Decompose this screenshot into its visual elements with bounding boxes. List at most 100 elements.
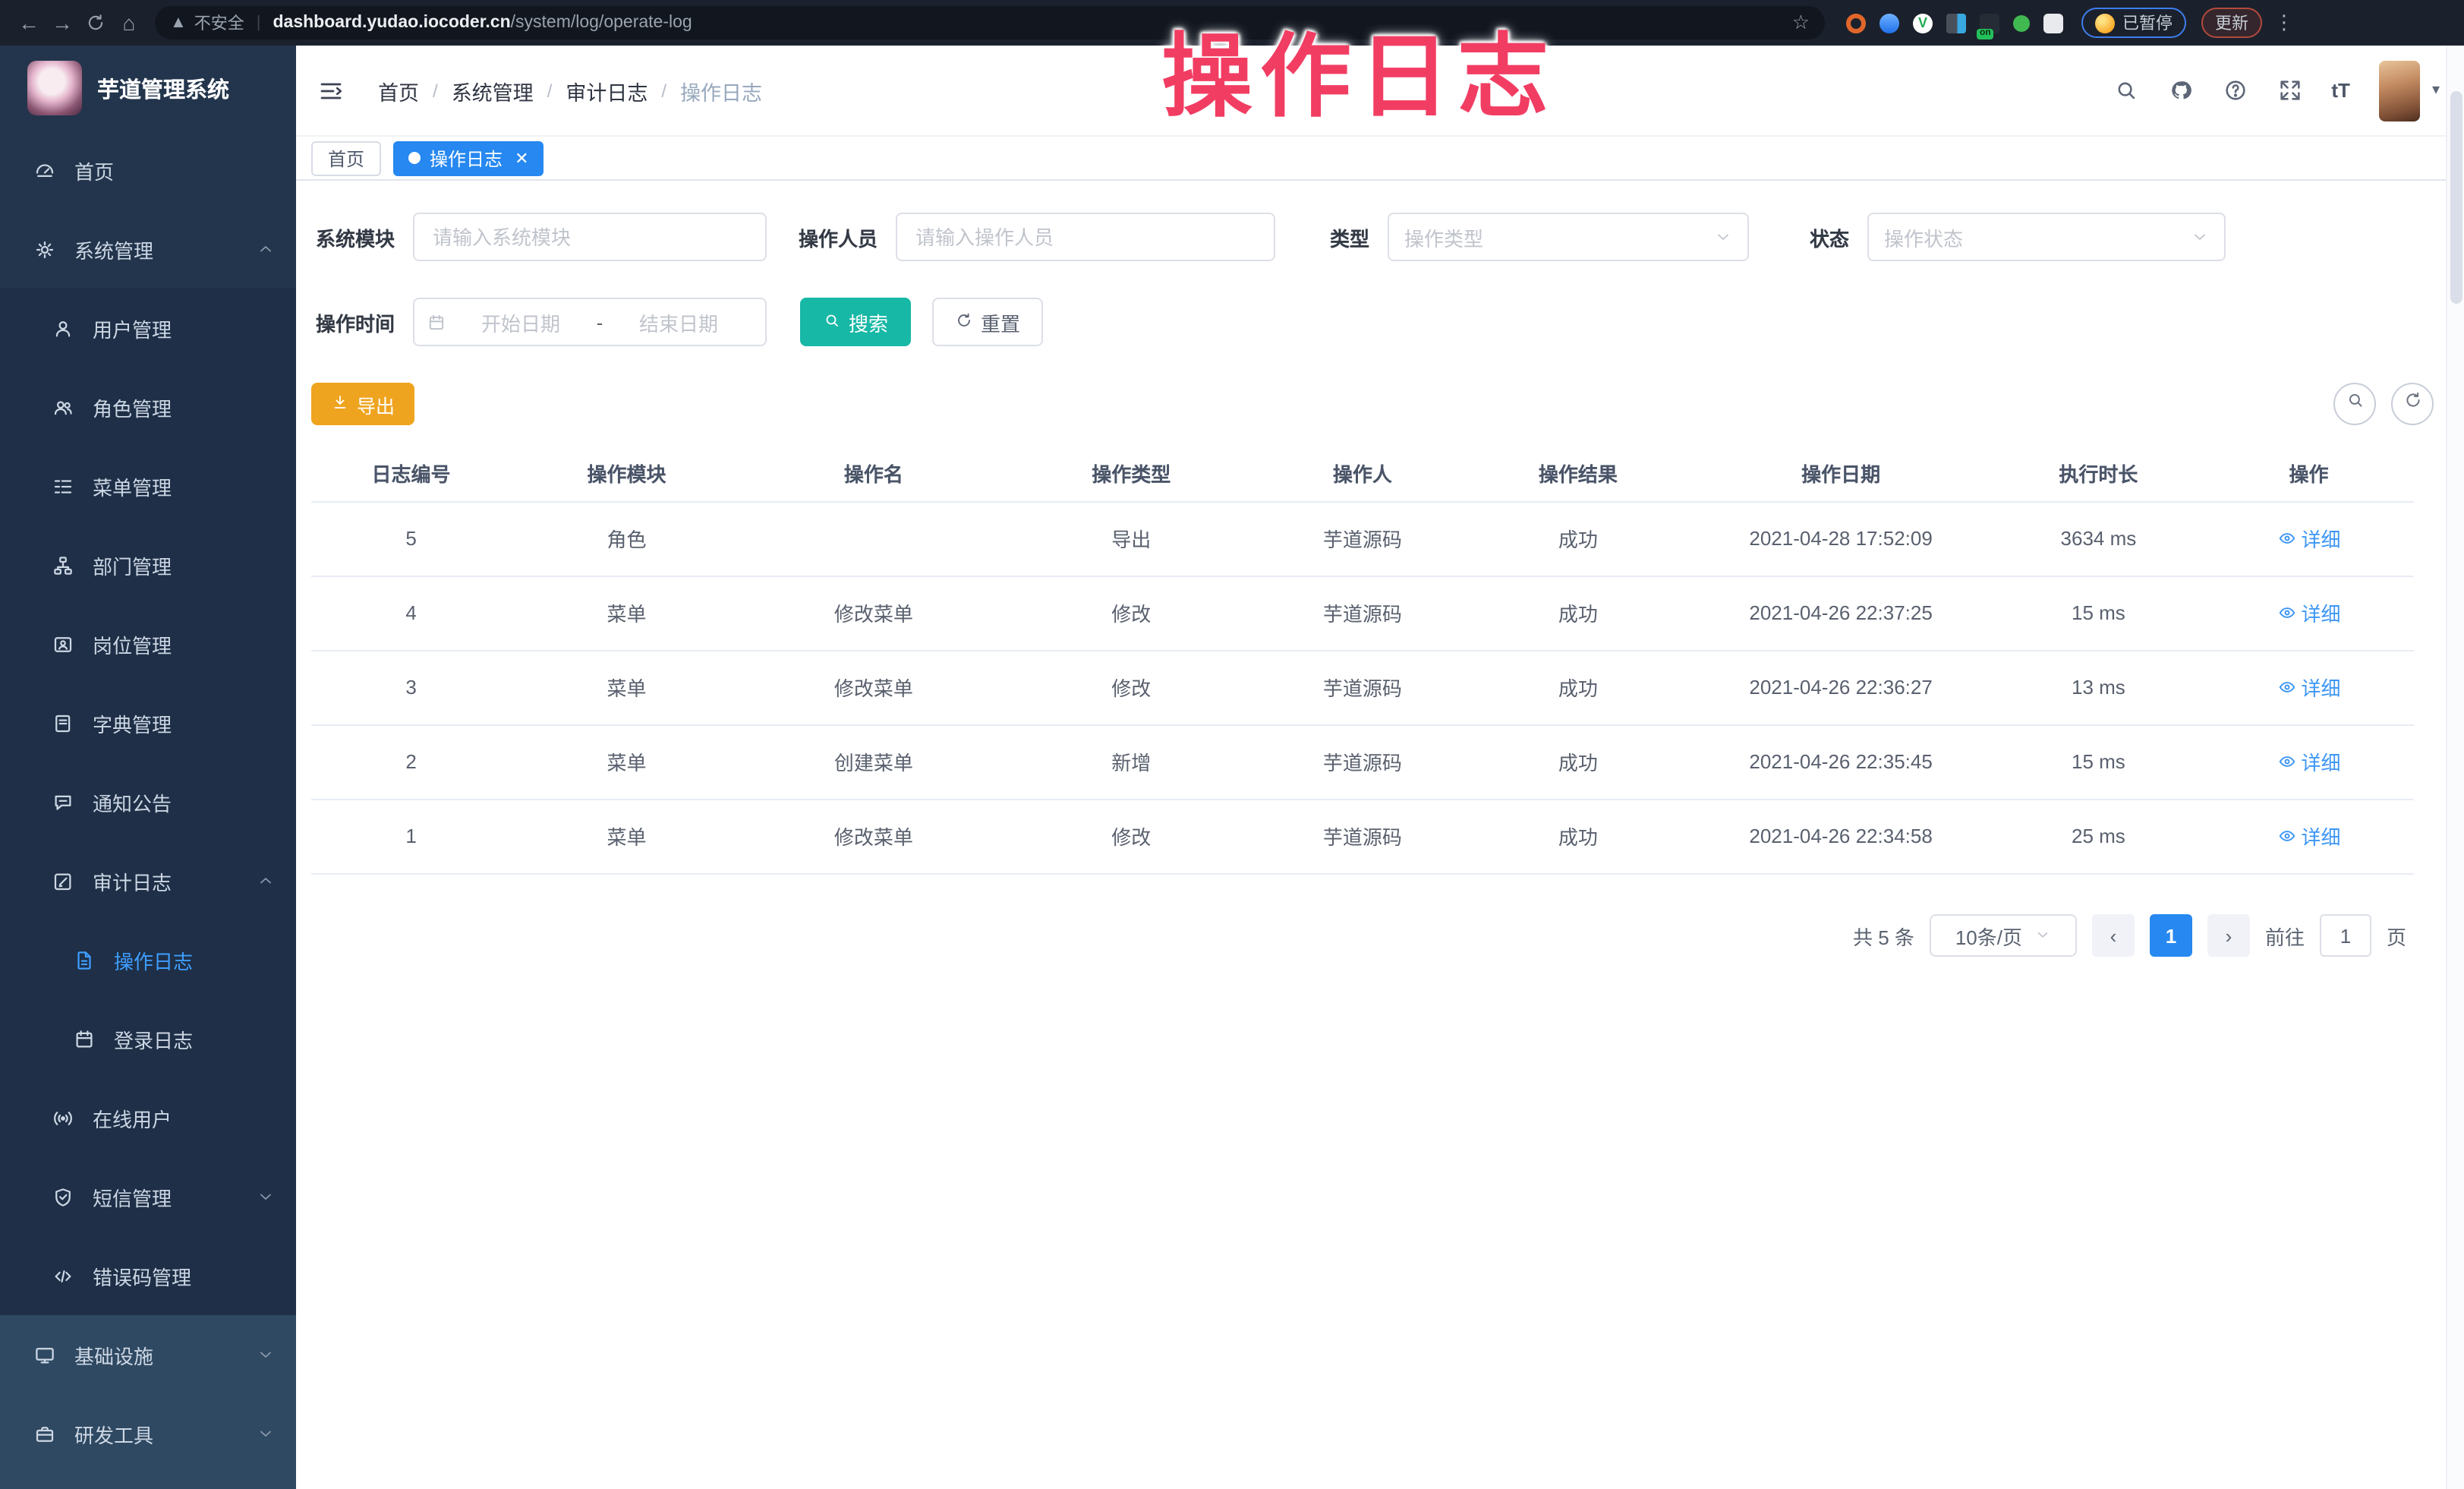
app-title: 芋道管理系统 xyxy=(97,72,229,104)
sidebar-item-online-users[interactable]: 在线用户 xyxy=(0,1078,296,1157)
next-page-button[interactable]: › xyxy=(2207,914,2250,957)
extension-icon-green[interactable] xyxy=(2013,14,2030,31)
sidebar-item-operate-log[interactable]: 操作日志 xyxy=(0,920,296,999)
sidebar-item-notice-announcement[interactable]: 通知公告 xyxy=(0,762,296,841)
address-bar[interactable]: ▲ 不安全 | dashboard.yudao.iocoder.cn/syste… xyxy=(155,6,1825,39)
type-select[interactable]: 操作类型 xyxy=(1388,213,1749,261)
browser-update-button[interactable]: 更新 xyxy=(2201,8,2262,38)
sidebar-item-sms-management[interactable]: 短信管理 xyxy=(0,1157,296,1236)
detail-link[interactable]: 详细 xyxy=(2277,673,2340,702)
close-tab-icon[interactable]: ✕ xyxy=(515,148,528,168)
sidebar-item-dept-management[interactable]: 部门管理 xyxy=(0,525,296,604)
table-cell: 创建菜单 xyxy=(742,724,1005,799)
online-icon xyxy=(52,1106,74,1129)
sidebar-item-label: 角色管理 xyxy=(93,393,172,421)
sidebar-item-dict-management[interactable]: 字典管理 xyxy=(0,683,296,762)
sidebar-item-infrastructure[interactable]: 基础设施 xyxy=(0,1315,296,1394)
bookmark-star-icon[interactable]: ☆ xyxy=(1792,11,1810,35)
end-date-placeholder[interactable]: 结束日期 xyxy=(613,308,744,336)
extensions-puzzle-icon[interactable] xyxy=(2043,13,2063,33)
browser-menu-icon[interactable]: ⋮ xyxy=(2274,11,2294,35)
extension-icon-blocks[interactable] xyxy=(1946,13,1966,33)
tab-operate-log[interactable]: 操作日志 ✕ xyxy=(393,140,544,175)
pagination: 共 5 条 10条/页 ‹ 1 › 前往 页 xyxy=(1853,914,2406,957)
table-cell: 芋道源码 xyxy=(1257,576,1467,650)
active-tab-label: 操作日志 xyxy=(430,145,503,171)
search-icon[interactable] xyxy=(2113,77,2138,103)
browser-profile-chip[interactable]: 已暂停 xyxy=(2081,8,2186,38)
sidebar-item-role-management[interactable]: 角色管理 xyxy=(0,368,296,446)
goto-page-input[interactable] xyxy=(2320,914,2371,957)
page-unit-label: 页 xyxy=(2387,921,2406,950)
tab-home[interactable]: 首页 xyxy=(311,140,381,175)
menu-icon xyxy=(52,475,74,497)
sidebar-item-menu-management[interactable]: 菜单管理 xyxy=(0,446,296,525)
browser-reload-icon[interactable] xyxy=(79,0,112,46)
sidebar-item-label: 短信管理 xyxy=(93,1182,172,1211)
sidebar-item-dev-tools[interactable]: 研发工具 xyxy=(0,1394,296,1473)
sidebar-logo-row[interactable]: 芋道管理系统 xyxy=(0,46,296,131)
operator-input[interactable] xyxy=(912,224,1259,250)
breadcrumb-home[interactable]: 首页 xyxy=(378,75,419,106)
github-icon[interactable] xyxy=(2167,77,2193,103)
help-icon[interactable] xyxy=(2222,77,2248,103)
detail-link[interactable]: 详细 xyxy=(2277,598,2340,627)
app-header: 首页 / 系统管理 / 审计日志 / 操作日志 tT ▾ xyxy=(296,46,2464,137)
sidebar-item-user-management[interactable]: 用户管理 xyxy=(0,289,296,368)
font-size-icon[interactable]: tT xyxy=(2331,79,2350,102)
sidebar-item-post-management[interactable]: 岗位管理 xyxy=(0,604,296,683)
detail-link[interactable]: 详细 xyxy=(2277,747,2340,776)
prev-page-button[interactable]: ‹ xyxy=(2092,914,2135,957)
user-avatar[interactable] xyxy=(2379,60,2420,121)
not-secure-label[interactable]: 不安全 xyxy=(194,11,244,35)
current-page-button[interactable]: 1 xyxy=(2150,914,2192,957)
sidebar-item-audit-log[interactable]: 审计日志 xyxy=(0,841,296,920)
filter-row-2: 操作时间 开始日期 - 结束日期 搜索 重置 xyxy=(311,298,1043,346)
page-size-select[interactable]: 10条/页 xyxy=(1930,914,2077,957)
breadcrumb-audit-log[interactable]: 审计日志 xyxy=(566,75,648,106)
extension-icon-green-v[interactable]: V xyxy=(1913,13,1933,33)
detail-link[interactable]: 详细 xyxy=(2277,524,2340,553)
search-button-label: 搜索 xyxy=(849,308,888,336)
sidebar-item-home[interactable]: 首页 xyxy=(0,131,296,210)
url-path[interactable]: /system/log/operate-log xyxy=(511,14,692,32)
collapse-sidebar-icon[interactable] xyxy=(317,77,345,104)
extension-icon-orange-ring[interactable] xyxy=(1846,13,1866,33)
table-cell: 成功 xyxy=(1467,576,1688,650)
page-scrollbar[interactable] xyxy=(2446,46,2464,1489)
home-icon xyxy=(33,159,56,181)
date-range-picker[interactable]: 开始日期 - 结束日期 xyxy=(413,298,767,346)
detail-link[interactable]: 详细 xyxy=(2277,822,2340,850)
sidebar-item-errorcode-management[interactable]: 错误码管理 xyxy=(0,1236,296,1315)
sidebar-item-label: 基础设施 xyxy=(74,1340,153,1369)
sidebar-menu: 首页系统管理用户管理角色管理菜单管理部门管理岗位管理字典管理通知公告审计日志操作… xyxy=(0,131,296,1473)
time-label: 操作时间 xyxy=(311,308,395,336)
browser-forward-icon[interactable]: → xyxy=(46,0,79,46)
status-select[interactable]: 操作状态 xyxy=(1867,213,2226,261)
start-date-placeholder[interactable]: 开始日期 xyxy=(455,308,586,336)
fullscreen-icon[interactable] xyxy=(2277,77,2302,103)
sidebar-item-system-management[interactable]: 系统管理 xyxy=(0,210,296,289)
table-cell-actions: 详细 xyxy=(2204,799,2414,873)
refresh-table-button[interactable] xyxy=(2391,383,2434,425)
avatar-caret-down-icon[interactable]: ▾ xyxy=(2432,82,2440,99)
table-cell: 2021-04-26 22:36:27 xyxy=(1688,650,1993,724)
tree-icon xyxy=(52,554,74,576)
filter-row-1: 系统模块 操作人员 类型 操作类型 状态 xyxy=(311,213,2226,261)
extension-icon-blue-pin[interactable] xyxy=(1880,13,1899,33)
table-cell-actions: 详细 xyxy=(2204,501,2414,576)
breadcrumb-system[interactable]: 系统管理 xyxy=(452,75,534,106)
extension-icon-on-badge[interactable]: on xyxy=(1980,13,1999,33)
search-button[interactable]: 搜索 xyxy=(800,298,911,346)
browser-home-icon[interactable]: ⌂ xyxy=(112,0,146,46)
reset-button[interactable]: 重置 xyxy=(932,298,1043,346)
export-button[interactable]: 导出 xyxy=(311,383,414,425)
toggle-search-button[interactable] xyxy=(2333,383,2376,425)
browser-back-icon[interactable]: ← xyxy=(12,0,46,46)
sidebar-item-label: 字典管理 xyxy=(93,708,172,737)
module-input[interactable] xyxy=(430,224,750,250)
active-tab-dot xyxy=(408,152,421,164)
url-domain[interactable]: dashboard.yudao.iocoder.cn xyxy=(273,14,511,32)
scrollbar-thumb[interactable] xyxy=(2450,91,2462,304)
sidebar-item-login-log[interactable]: 登录日志 xyxy=(0,999,296,1078)
